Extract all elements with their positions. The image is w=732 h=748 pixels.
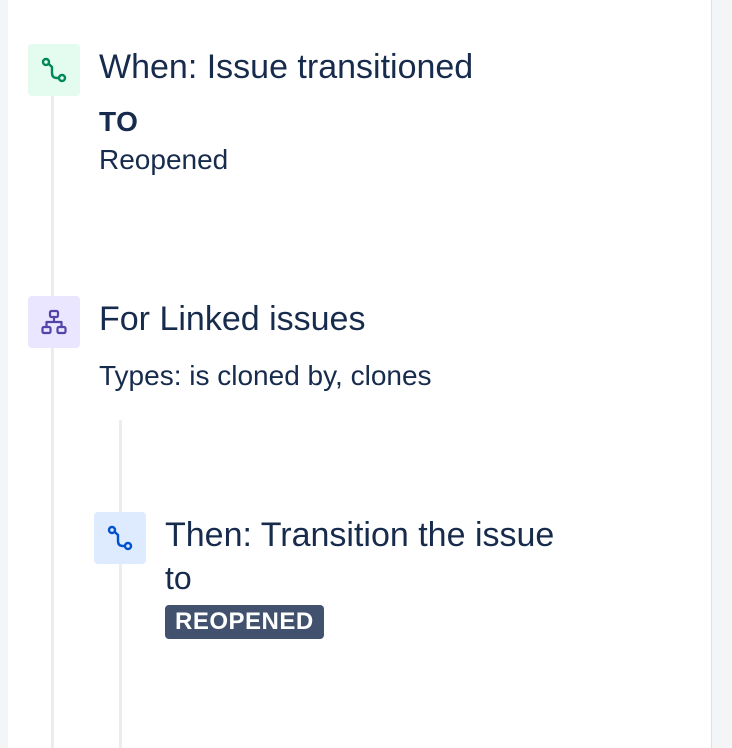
transition-icon bbox=[107, 525, 133, 551]
branch-icon-box[interactable] bbox=[28, 296, 80, 348]
trigger-icon-box[interactable] bbox=[28, 44, 80, 96]
trigger-to-value: Reopened bbox=[99, 144, 229, 175]
trigger-title[interactable]: When: Issue transitioned bbox=[99, 46, 473, 88]
branch-timeline-line bbox=[119, 420, 122, 748]
right-gutter bbox=[694, 0, 712, 748]
rule-timeline-line bbox=[51, 86, 54, 748]
branch-title[interactable]: For Linked issues bbox=[99, 298, 365, 340]
status-lozenge: REOPENED bbox=[165, 605, 324, 639]
trigger-to-label: TO bbox=[99, 106, 139, 137]
action-to-label: to bbox=[165, 560, 192, 596]
branch-types: Types: is cloned by, clones bbox=[99, 360, 432, 391]
transition-icon bbox=[41, 57, 67, 83]
action-title[interactable]: Then: Transition the issue bbox=[165, 514, 554, 556]
panel-divider bbox=[711, 0, 712, 748]
action-icon-box[interactable] bbox=[94, 512, 146, 564]
hierarchy-icon bbox=[41, 309, 67, 335]
